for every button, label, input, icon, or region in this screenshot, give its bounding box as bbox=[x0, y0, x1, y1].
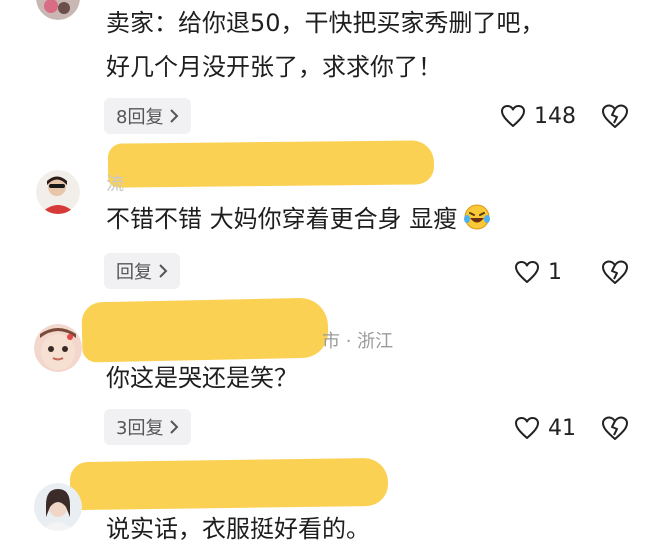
heart-outline-icon bbox=[515, 261, 539, 283]
like-button[interactable]: 41 bbox=[514, 411, 576, 445]
chevron-right-icon bbox=[170, 420, 179, 434]
redaction-mark bbox=[81, 297, 329, 363]
comment-text: 不错不错 大妈你穿着更合身 显瘦 bbox=[106, 202, 491, 236]
reply-count-button[interactable]: 8回复 bbox=[104, 98, 192, 134]
redaction-mark bbox=[69, 457, 389, 511]
broken-heart-icon bbox=[602, 104, 628, 128]
like-button[interactable]: 148 bbox=[500, 99, 576, 133]
comment-text: 卖家：给你退50，干快把买家秀删了吧， 好几个月没开张了，求求你了！ bbox=[106, 9, 545, 81]
chevron-right-icon bbox=[159, 264, 168, 278]
comment-feed: 卖家：给你退50，干快把买家秀删了吧， 好几个月没开张了，求求你了！ 8回复 1… bbox=[0, 0, 660, 549]
dislike-button[interactable] bbox=[601, 103, 629, 129]
comment-text: 说实话，衣服挺好看的。 bbox=[106, 515, 370, 543]
username[interactable]: 流 bbox=[106, 170, 124, 196]
chevron-right-icon bbox=[170, 109, 179, 123]
reply-count-button[interactable]: 3回复 bbox=[104, 409, 192, 445]
dislike-button[interactable] bbox=[601, 259, 629, 285]
laughing-crying-emoji-icon bbox=[464, 204, 491, 230]
like-count: 148 bbox=[534, 103, 576, 129]
avatar[interactable] bbox=[36, 170, 80, 214]
broken-heart-icon bbox=[602, 416, 628, 440]
avatar[interactable] bbox=[34, 324, 82, 372]
like-count: 1 bbox=[548, 259, 562, 285]
dislike-button[interactable] bbox=[601, 415, 629, 441]
broken-heart-icon bbox=[602, 260, 628, 284]
redaction-mark bbox=[107, 140, 435, 188]
comment-text: 你这是哭还是笑？ bbox=[106, 364, 298, 392]
heart-outline-icon bbox=[515, 417, 539, 439]
user-location: 市 · 浙江 bbox=[322, 331, 394, 352]
like-count: 41 bbox=[548, 415, 576, 441]
reply-button[interactable]: 回复 bbox=[104, 253, 180, 289]
like-button[interactable]: 1 bbox=[514, 255, 576, 289]
avatar[interactable] bbox=[36, 0, 80, 20]
heart-outline-icon bbox=[501, 105, 525, 127]
avatar[interactable] bbox=[34, 483, 82, 531]
